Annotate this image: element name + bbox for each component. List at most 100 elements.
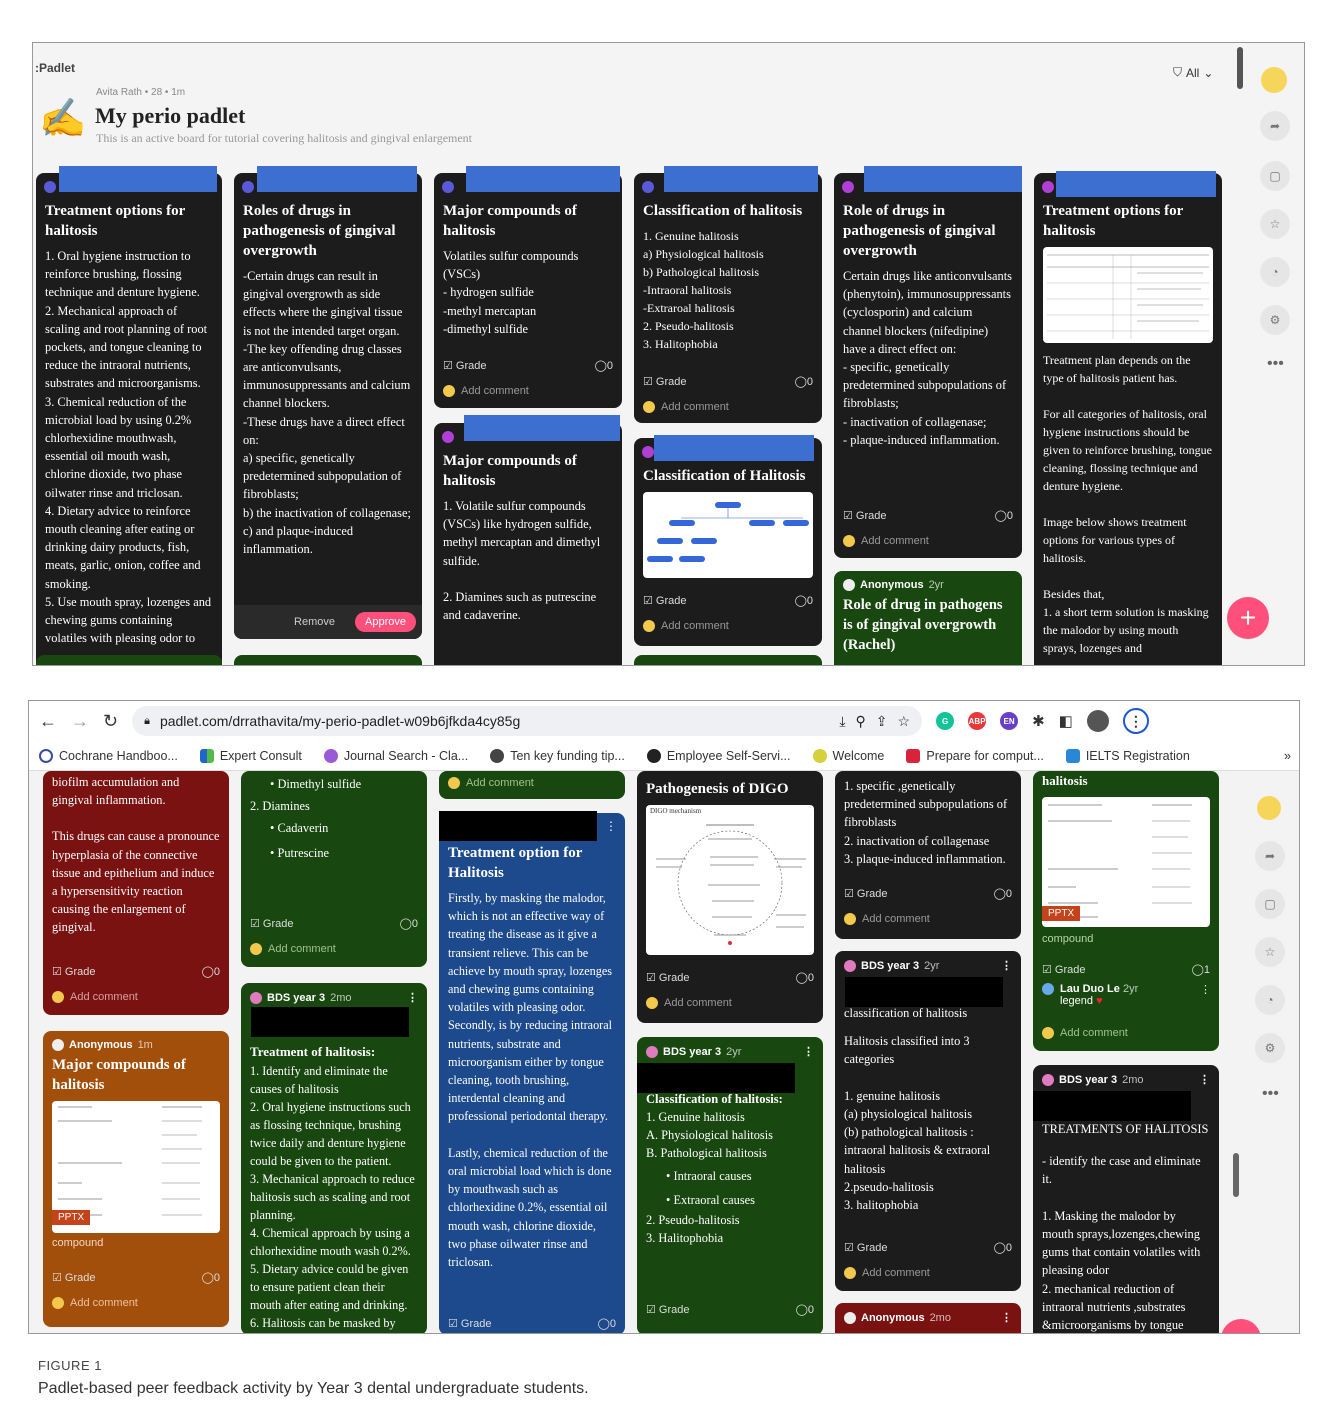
add-comment[interactable]: Add comment [448, 777, 534, 789]
bookmark-funding[interactable]: Ten key funding tip... [490, 748, 625, 763]
add-comment[interactable]: Add comment [844, 913, 930, 925]
back-icon[interactable]: ← [39, 711, 57, 732]
padlet-logo[interactable] [1257, 796, 1281, 820]
grade-button[interactable]: ☑ Grade [1042, 963, 1086, 976]
grade-button[interactable]: ☑ Grade [52, 1271, 96, 1284]
post-hidden[interactable] [634, 655, 822, 665]
post-anonymous-red[interactable]: Anonymous 2mo ⋮ [835, 1303, 1021, 1333]
post-hidden[interactable]: Add comment [439, 771, 625, 799]
grade-button[interactable]: ☑ Grade [844, 887, 888, 900]
reload-icon[interactable]: ↻ [103, 711, 118, 732]
bell-icon[interactable]: ◔ [1260, 257, 1290, 287]
grade-bar[interactable]: ☑ Grade ◯0 [643, 375, 813, 388]
zoom-icon[interactable]: ⚲ [856, 713, 866, 730]
grade-bar[interactable]: ☑ Grade ◯0 [643, 594, 813, 607]
bookmark-cochrane[interactable]: Cochrane Handboo... [39, 748, 178, 763]
star-icon[interactable]: ☆ [1255, 937, 1285, 967]
grade-button[interactable]: ☑ Grade [448, 1317, 492, 1330]
more-icon[interactable]: ••• [1267, 355, 1284, 373]
share-icon[interactable]: ➦ [1255, 841, 1285, 871]
grade-button[interactable]: ☑ Grade [643, 594, 687, 607]
post-hidden[interactable] [36, 655, 222, 665]
star-icon[interactable]: ☆ [1260, 209, 1290, 239]
post-roles-of-drugs[interactable]: Roles of drugs in pathogenesis of gingiv… [234, 173, 422, 639]
grade-bar[interactable]: ☑ Grade ◯0 [250, 917, 418, 930]
post-menu-icon[interactable]: ⋮ [1001, 959, 1012, 972]
filter-button[interactable]: ⛉ All ⌄ [1173, 65, 1213, 80]
post-menu-icon[interactable]: ⋮ [605, 819, 617, 834]
grade-bar[interactable]: ☑ Grade ◯0 [52, 965, 220, 978]
copy-icon[interactable]: ▢ [1260, 161, 1290, 191]
menu-icon[interactable]: ⋮ [1122, 708, 1149, 734]
post-compound-green[interactable]: halitosis PPTX compound ☑ Grade ◯1 Lau D… [1033, 771, 1219, 1051]
gear-icon[interactable]: ⚙ [1255, 1033, 1285, 1063]
post-major-compounds-orange[interactable]: Anonymous 1m Major compounds of halitosis… [43, 1031, 229, 1327]
add-comment[interactable]: Add comment [52, 1297, 138, 1309]
approve-button[interactable]: Approve [355, 612, 416, 632]
post-role-of-drugs-2[interactable]: Role of drugs in pathogenesis of gingiva… [834, 173, 1022, 558]
post-treatment-options-2[interactable]: Treatment options for halitosis Treatmen… [1034, 173, 1222, 665]
grammarly-icon[interactable]: G [936, 712, 955, 730]
bookmark-expert-consult[interactable]: Expert Consult [199, 748, 302, 763]
install-icon[interactable]: ⤓ [839, 713, 845, 730]
post-fibroblasts[interactable]: 1. specific ,genetically predetermined s… [835, 771, 1021, 939]
add-comment[interactable]: Add comment [643, 620, 729, 632]
grade-bar[interactable]: ☑ Grade ◯0 [646, 971, 814, 984]
add-comment[interactable]: Add comment [250, 943, 336, 955]
grade-button[interactable]: ☑ Grade [643, 375, 687, 388]
post-diamines[interactable]: • Dimethyl sulfide 2. Diamines • Cadaver… [241, 771, 427, 967]
treatment-table-image[interactable] [1043, 247, 1213, 343]
grade-bar[interactable]: ☑ Grade ◯1 [1042, 963, 1210, 976]
add-post-button[interactable] [1221, 1319, 1261, 1333]
address-bar[interactable]: 🔒︎ padlet.com/drrathavita/my-perio-padle… [132, 706, 923, 736]
forward-icon[interactable]: → [71, 711, 89, 732]
grade-button[interactable]: ☑ Grade [843, 509, 887, 522]
adblock-icon[interactable]: ABP [968, 712, 987, 730]
grade-bar[interactable]: ☑ Grade ◯0 [646, 1303, 814, 1316]
grade-button[interactable]: ☑ Grade [646, 971, 690, 984]
bookmark-journal-search[interactable]: Journal Search - Cla... [323, 748, 468, 763]
add-comment[interactable]: Add comment [843, 535, 929, 547]
post-menu-icon[interactable]: ⋮ [1001, 1311, 1012, 1324]
post-major-compounds-1[interactable]: Major compounds of halitosis Volatiles s… [434, 173, 622, 408]
add-comment[interactable]: Add comment [844, 1267, 930, 1279]
post-classification-2[interactable]: Classification of Halitosis ☑ Grade ◯0 Ad… [634, 438, 822, 646]
post-menu-icon[interactable]: ⋮ [803, 1045, 814, 1058]
bookmark-star-icon[interactable]: ☆ [898, 713, 911, 730]
grade-button[interactable]: ☑ Grade [844, 1241, 888, 1254]
add-comment[interactable]: Add comment [443, 385, 529, 397]
post-classification-1[interactable]: Classification of halitosis 1. Genuine h… [634, 173, 822, 423]
add-post-button[interactable]: + [1227, 597, 1269, 639]
add-comment[interactable]: Add comment [646, 997, 732, 1009]
bell-icon[interactable]: ◔ [1255, 985, 1285, 1015]
bookmark-welcome[interactable]: Welcome [812, 748, 884, 763]
sidepanel-icon[interactable]: ◧ [1059, 712, 1073, 730]
grade-bar[interactable]: ☑ Grade ◯0 [843, 509, 1013, 522]
post-hidden[interactable] [234, 655, 422, 665]
comment-menu-icon[interactable]: ⋮ [1200, 983, 1211, 996]
grade-button[interactable]: ☑ Grade [443, 359, 487, 372]
add-comment[interactable]: Add comment [52, 991, 138, 1003]
copy-icon[interactable]: ▢ [1255, 889, 1285, 919]
puzzle-icon[interactable]: ✱ [1032, 712, 1045, 730]
bookmarks-more-icon[interactable]: » [1284, 749, 1291, 763]
bookmark-prepare[interactable]: Prepare for comput... [906, 748, 1044, 763]
post-rachel[interactable]: Anonymous 2yr Role of drug in pathogens i… [834, 571, 1022, 665]
gear-icon[interactable]: ⚙ [1260, 305, 1290, 335]
profile-avatar[interactable] [1086, 710, 1109, 732]
scrollbar[interactable] [1237, 47, 1243, 89]
post-treatment-options-1[interactable]: Treatment options for halitosis 1. Oral … [36, 173, 222, 665]
add-comment[interactable]: Add comment [643, 401, 729, 413]
grade-bar[interactable]: ☑ Grade ◯0 [448, 1317, 616, 1330]
post-pathogenesis-digo[interactable]: Pathogenesis of DIGO DIGO mechanism ☑ Gr… [637, 771, 823, 1023]
digo-diagram-image[interactable]: DIGO mechanism [646, 805, 814, 955]
share-icon[interactable]: ➦ [1260, 111, 1290, 141]
post-treatment-option-blue[interactable]: ⋮ Treatment option for Halitosis Firstly… [439, 813, 625, 1333]
bookmark-ielts[interactable]: IELTS Registration [1065, 748, 1190, 763]
grade-button[interactable]: ☑ Grade [250, 917, 294, 930]
scrollbar[interactable] [1233, 1153, 1239, 1197]
compound-table-image[interactable]: PPTX [52, 1101, 220, 1233]
padlet-logo[interactable] [1261, 67, 1287, 93]
post-major-compounds-2[interactable]: Major compounds of halitosis 1. Volatile… [434, 423, 622, 665]
share-icon[interactable]: ⇪ [876, 713, 888, 730]
